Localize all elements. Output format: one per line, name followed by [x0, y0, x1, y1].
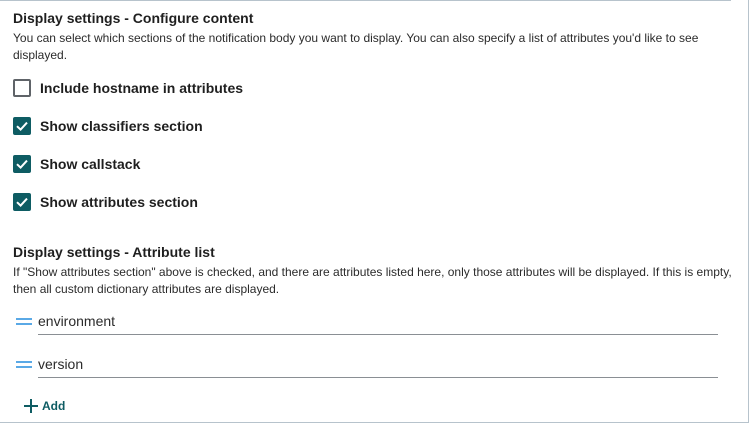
option-show-classifiers[interactable]: Show classifiers section	[13, 116, 203, 136]
option-show-callstack[interactable]: Show callstack	[13, 154, 140, 174]
attribute-section-title: Display settings - Attribute list	[13, 244, 215, 260]
content-section-title: Display settings - Configure content	[13, 10, 254, 26]
panel-top-border	[0, 0, 731, 1]
attribute-input-environment[interactable]	[38, 308, 718, 335]
add-attribute-button[interactable]: Add	[24, 396, 65, 416]
option-show-attributes[interactable]: Show attributes section	[13, 192, 198, 212]
option-label: Show callstack	[40, 156, 141, 172]
attribute-input-version[interactable]	[38, 351, 718, 378]
checkbox-checked-icon[interactable]	[13, 193, 31, 211]
attribute-row	[16, 308, 718, 338]
drag-handle-icon[interactable]	[16, 317, 32, 327]
option-include-hostname[interactable]: Include hostname in attributes	[13, 78, 243, 98]
option-label: Include hostname in attributes	[40, 80, 244, 96]
content-section-description: You can select which sections of the not…	[13, 31, 699, 62]
drag-handle-icon[interactable]	[16, 360, 32, 370]
option-label: Show attributes section	[40, 194, 198, 210]
checkbox-unchecked-icon[interactable]	[13, 79, 31, 97]
add-attribute-label: Add	[42, 399, 66, 413]
option-label: Show classifiers section	[40, 118, 203, 134]
attribute-row	[16, 351, 718, 381]
checkbox-checked-icon[interactable]	[13, 155, 31, 173]
checkbox-checked-icon[interactable]	[13, 117, 31, 135]
plus-icon	[24, 399, 38, 413]
attribute-section-description: If "Show attributes section" above is ch…	[13, 265, 732, 296]
